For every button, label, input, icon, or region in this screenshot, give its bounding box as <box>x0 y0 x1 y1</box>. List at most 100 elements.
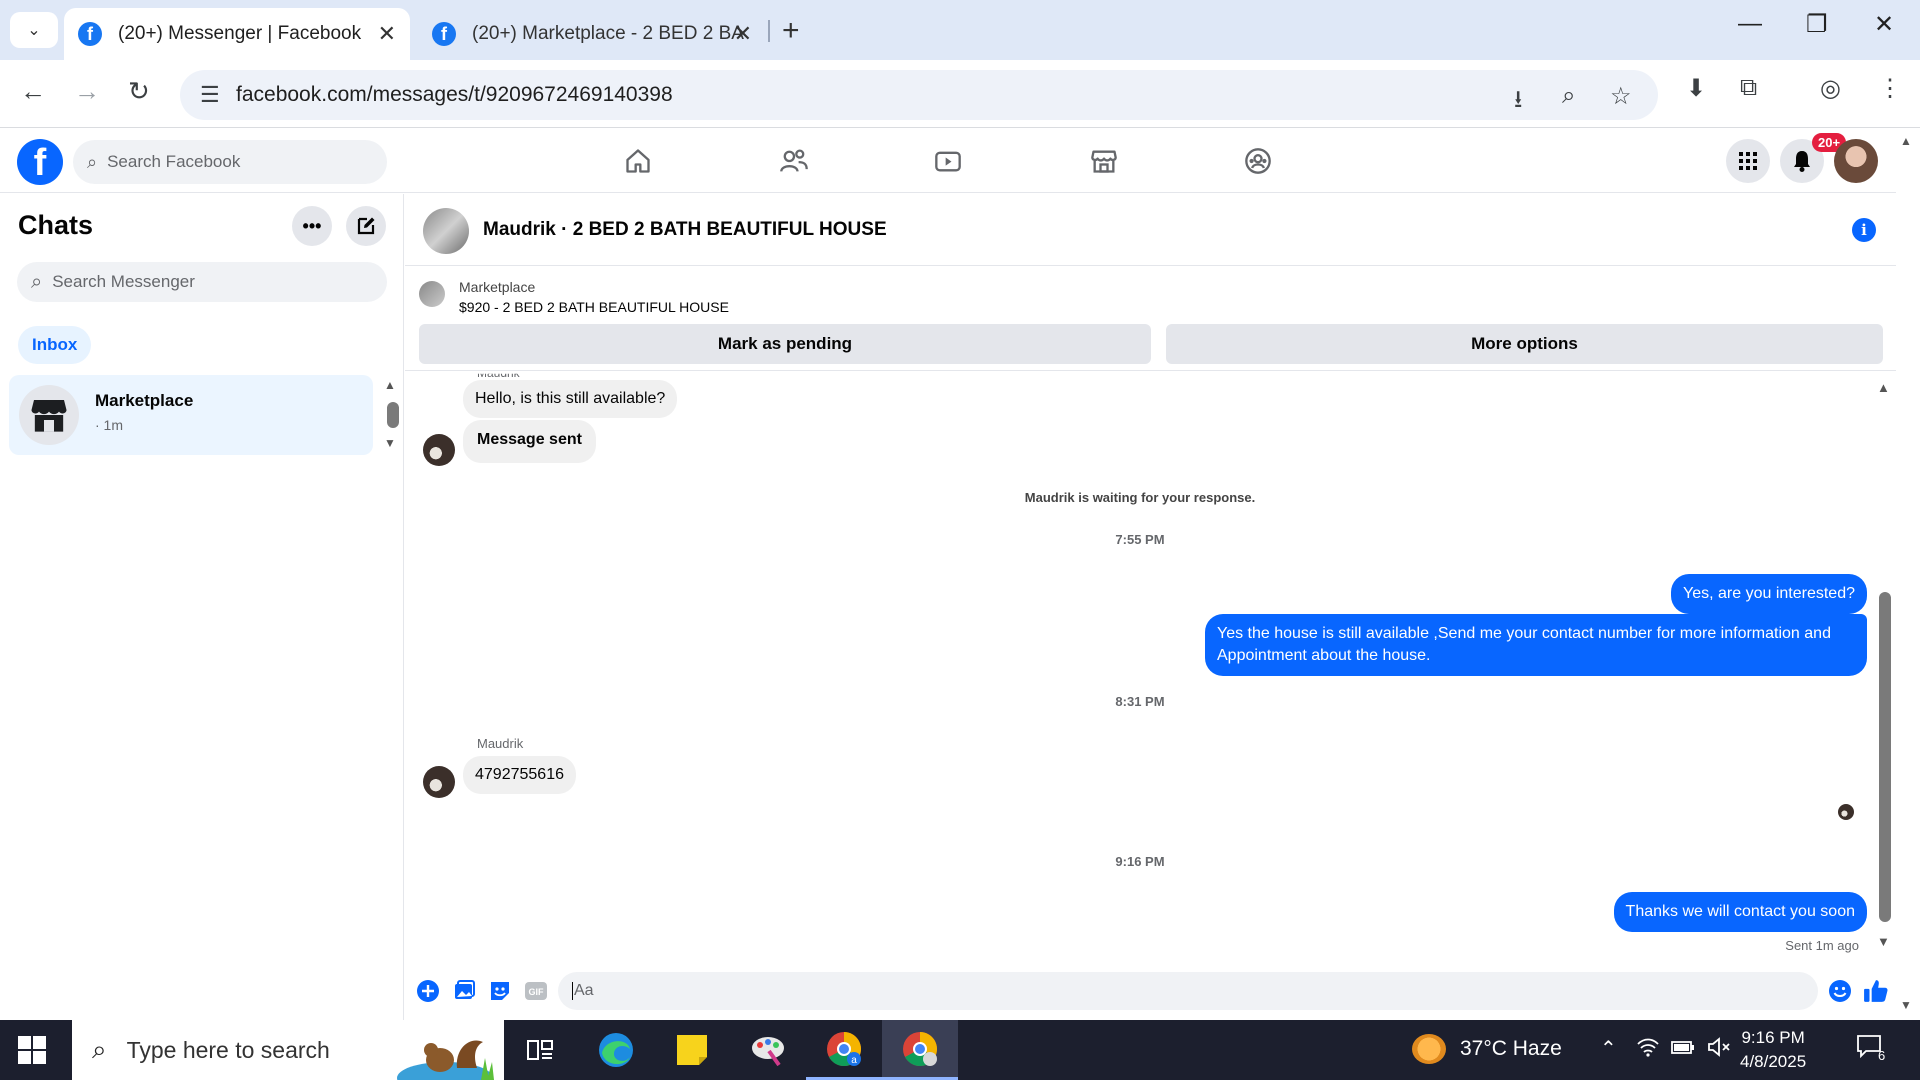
message-input[interactable]: Aa <box>558 972 1818 1010</box>
chats-sidebar: Chats ••• ⌕ Search Messenger Inbox Marke… <box>0 194 404 1020</box>
tab-search-button[interactable]: ⌄ <box>10 12 58 48</box>
listing-title[interactable]: $920 - 2 BED 2 BATH BEAUTIFUL HOUSE <box>459 299 729 315</box>
browser-tabstrip: ⌄ f (20+) Messenger | Facebook ✕ f (20+)… <box>0 0 1920 60</box>
timestamp: 7:55 PM <box>1115 532 1165 547</box>
notification-count: 6 <box>1878 1048 1886 1063</box>
svg-text:GIF: GIF <box>529 987 545 997</box>
facebook-search-input[interactable]: ⌕ Search Facebook <box>73 140 387 184</box>
task-view-icon[interactable] <box>502 1020 578 1080</box>
profile-icon[interactable]: ◎ <box>1820 74 1841 103</box>
taskbar-clock[interactable]: 9:16 PM 4/8/2025 <box>1740 1026 1806 1074</box>
battery-icon[interactable] <box>1670 1036 1696 1064</box>
marketplace-icon[interactable] <box>1084 143 1124 179</box>
close-tab-icon[interactable]: ✕ <box>378 21 396 47</box>
thumbs-up-icon[interactable] <box>1863 978 1889 1004</box>
bookmark-star-icon[interactable]: ☆ <box>1610 82 1632 111</box>
sidebar-scrollbar-thumb[interactable] <box>387 402 399 428</box>
sticker-icon[interactable] <box>487 978 513 1004</box>
windows-taskbar: ⌕ Type here to search a 37°C Haze ⌃ 9:16… <box>0 1020 1920 1080</box>
chrome-profile-b-icon[interactable] <box>882 1020 958 1080</box>
new-message-icon[interactable] <box>346 206 386 246</box>
action-center-icon[interactable]: 6 <box>1856 1034 1886 1064</box>
extensions-icon[interactable]: ⧉ <box>1740 74 1757 102</box>
waiting-notice: Maudrik is waiting for your response. <box>1024 490 1256 505</box>
forward-icon[interactable]: → <box>74 76 100 107</box>
chat-scroll-down-icon[interactable]: ▼ <box>1877 934 1890 949</box>
menu-grid-icon[interactable] <box>1726 139 1770 183</box>
chrome-profile-a-icon[interactable]: a <box>806 1020 882 1080</box>
new-tab-icon[interactable]: + <box>782 14 800 48</box>
close-tab-icon[interactable]: ✕ <box>734 21 752 47</box>
account-avatar[interactable] <box>1834 139 1878 183</box>
chat-scrollbar-thumb[interactable] <box>1879 592 1891 922</box>
conversation-item-marketplace[interactable]: Marketplace · 1m <box>9 375 373 455</box>
sticky-notes-icon[interactable] <box>654 1020 730 1080</box>
tab-separator <box>768 20 770 42</box>
chats-title: Chats <box>18 210 94 240</box>
sender-avatar[interactable] <box>423 766 455 798</box>
listing-avatar[interactable] <box>423 208 469 254</box>
outgoing-message[interactable]: Yes the house is still available ,Send m… <box>1205 614 1867 676</box>
download-icon[interactable]: ⬇ <box>1686 74 1706 103</box>
tab-title: (20+) Marketplace - 2 BED 2 BA <box>472 23 744 44</box>
chat-scroll-up-icon[interactable]: ▲ <box>1877 380 1890 395</box>
menu-kebab-icon[interactable]: ⋮ <box>1878 74 1902 103</box>
messenger-search-placeholder: Search Messenger <box>52 272 195 291</box>
reload-icon[interactable]: ↻ <box>128 76 150 107</box>
plus-actions-icon[interactable] <box>415 978 441 1004</box>
tab-marketplace[interactable]: f (20+) Marketplace - 2 BED 2 BA ✕ <box>418 8 766 60</box>
paint-app-icon[interactable] <box>730 1020 806 1080</box>
messenger-search-input[interactable]: ⌕ Search Messenger <box>17 262 387 302</box>
facebook-search-placeholder: Search Facebook <box>107 152 241 171</box>
message-input-placeholder: Aa <box>574 982 594 1000</box>
incoming-message[interactable]: Hello, is this still available? <box>463 380 678 418</box>
site-info-icon[interactable]: ☰ <box>200 82 220 108</box>
emoji-icon[interactable] <box>1827 978 1853 1004</box>
edge-browser-icon[interactable] <box>578 1020 654 1080</box>
browser-toolbar: ← → ↻ ☰ facebook.com/messages/t/92096724… <box>0 60 1920 128</box>
facebook-header: f ⌕ Search Facebook 20+ <box>0 129 1896 193</box>
windows-start-icon[interactable] <box>18 1036 46 1064</box>
mark-as-pending-button[interactable]: Mark as pending <box>419 324 1151 364</box>
show-hidden-icons-icon[interactable]: ⌃ <box>1600 1036 1617 1061</box>
incoming-message[interactable]: 4792755616 <box>463 756 576 794</box>
install-app-icon[interactable]: ⭳ <box>1514 82 1522 123</box>
incoming-message[interactable]: Message sent <box>463 420 596 463</box>
search-icon: ⌕ <box>87 151 98 172</box>
clock-time: 9:16 PM <box>1741 1028 1805 1047</box>
page-scroll-up-icon[interactable]: ▲ <box>1900 134 1912 148</box>
more-options-button[interactable]: More options <box>1166 324 1883 364</box>
groups-icon[interactable] <box>1238 143 1278 179</box>
chevron-down-icon: ⌄ <box>27 22 41 39</box>
facebook-logo[interactable]: f <box>17 139 63 185</box>
home-icon[interactable] <box>618 143 658 179</box>
more-options-icon[interactable]: ••• <box>292 206 332 246</box>
zoom-icon[interactable]: ⌕ <box>1562 82 1575 110</box>
sidebar-scroll-down-icon[interactable]: ▼ <box>384 436 396 450</box>
sender-avatar[interactable] <box>423 434 455 466</box>
page-scroll-down-icon[interactable]: ▼ <box>1900 998 1912 1012</box>
sidebar-scroll-up-icon[interactable]: ▲ <box>384 378 396 392</box>
address-bar[interactable]: ☰ facebook.com/messages/t/92096724691403… <box>180 70 1658 120</box>
listing-source: Marketplace <box>459 279 536 295</box>
close-window-icon[interactable]: ✕ <box>1874 10 1894 39</box>
search-icon: ⌕ <box>92 1034 107 1064</box>
volume-muted-icon[interactable] <box>1706 1036 1732 1064</box>
inbox-filter-tab[interactable]: Inbox <box>18 326 92 364</box>
wifi-icon[interactable] <box>1636 1036 1660 1064</box>
tab-messenger[interactable]: f (20+) Messenger | Facebook ✕ <box>64 8 410 60</box>
minimize-icon[interactable]: — <box>1738 10 1762 38</box>
listing-thumbnail[interactable] <box>419 281 445 307</box>
info-icon[interactable]: i <box>1852 218 1876 242</box>
friends-icon[interactable] <box>774 143 814 179</box>
gif-icon[interactable]: GIF <box>523 978 549 1004</box>
outgoing-message[interactable]: Yes, are you interested? <box>1671 574 1867 614</box>
back-icon[interactable]: ← <box>20 76 46 107</box>
weather-widget[interactable]: 37°C Haze <box>1412 1034 1562 1064</box>
restore-icon[interactable]: ❐ <box>1806 10 1828 39</box>
outgoing-message[interactable]: Thanks we will contact you soon <box>1613 892 1867 932</box>
url-text[interactable]: facebook.com/messages/t/9209672469140398 <box>236 83 673 107</box>
chat-title[interactable]: Maudrik · 2 BED 2 BATH BEAUTIFUL HOUSE <box>483 219 887 241</box>
watch-icon[interactable] <box>928 143 968 179</box>
photo-icon[interactable] <box>451 978 477 1004</box>
